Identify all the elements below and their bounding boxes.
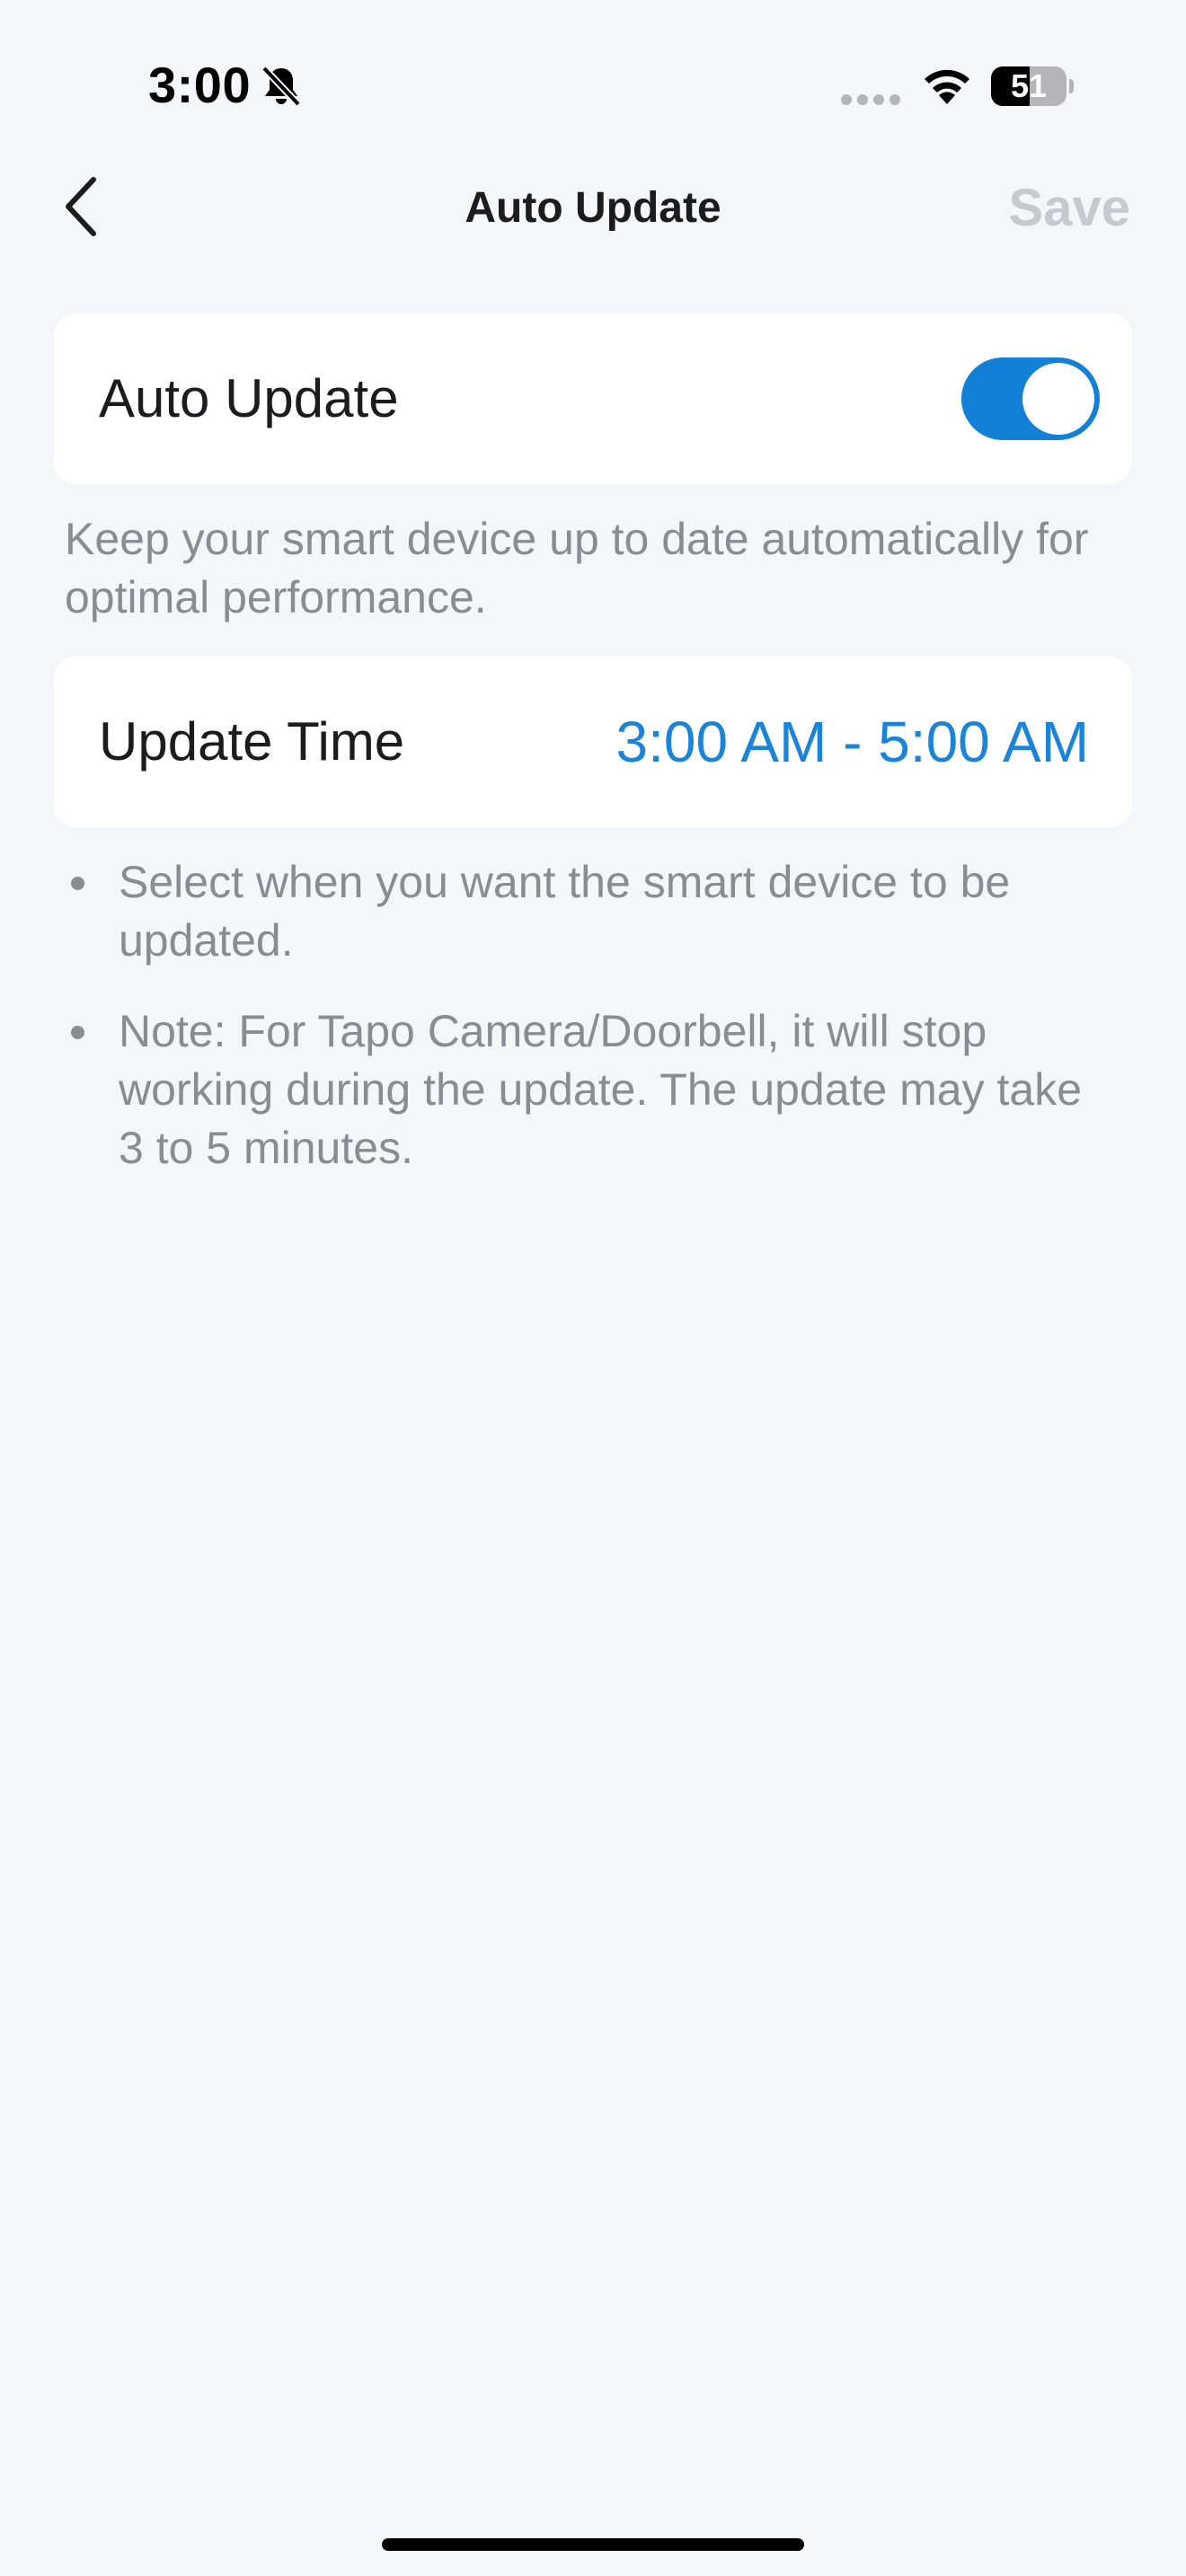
note-text: Note: For Tapo Camera/Doorbell, it will …	[119, 1006, 1082, 1173]
cellular-signal-icon	[841, 94, 900, 105]
auto-update-description: Keep your smart device up to date automa…	[65, 514, 1089, 622]
note-text: Select when you want the smart device to…	[119, 857, 1011, 966]
update-time-value[interactable]: 3:00 AM - 5:00 AM	[616, 657, 1090, 827]
notes-list: Select when you want the smart device to…	[0, 853, 1186, 1210]
auto-update-label: Auto Update	[99, 368, 399, 428]
list-item: Select when you want the smart device to…	[71, 853, 1107, 970]
update-time-label: Update Time	[99, 711, 405, 772]
status-bar: 3:00 51	[0, 0, 1186, 153]
back-chevron-icon[interactable]	[54, 171, 117, 243]
list-item: Note: For Tapo Camera/Doorbell, it will …	[71, 1002, 1107, 1178]
bullet-icon	[71, 877, 84, 890]
bullet-icon	[71, 1026, 84, 1039]
update-time-row[interactable]: Update Time 3:00 AM - 5:00 AM	[54, 657, 1132, 827]
status-time: 3:00	[148, 57, 252, 113]
page-title: Auto Update	[465, 184, 721, 232]
battery-indicator: 51	[991, 66, 1074, 106]
save-button[interactable]: Save	[1009, 178, 1130, 238]
auto-update-card: Auto Update	[54, 313, 1132, 484]
battery-level: 51	[1010, 67, 1048, 104]
auto-update-toggle[interactable]	[961, 357, 1100, 440]
toggle-knob	[1022, 363, 1094, 435]
home-indicator[interactable]	[382, 2538, 804, 2551]
bell-slash-icon	[261, 66, 301, 107]
wifi-icon	[925, 69, 969, 104]
